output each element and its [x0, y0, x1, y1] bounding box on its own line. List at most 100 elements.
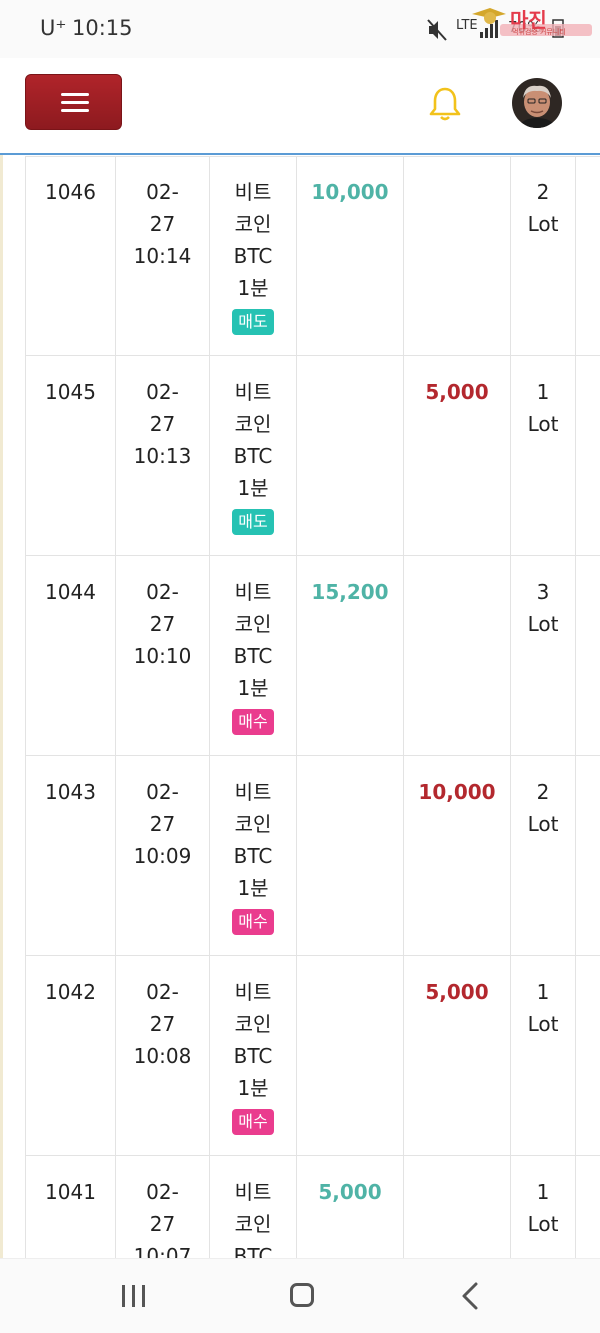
order-profit-cell: 5,000 — [296, 1155, 404, 1258]
order-loss-cell: 5,000 — [403, 355, 511, 556]
order-time: 10:08 — [133, 1044, 192, 1068]
order-loss: 10,000 — [418, 780, 496, 804]
order-date-day: 27 — [149, 412, 176, 436]
hamburger-icon — [61, 93, 89, 96]
order-loss-cell — [403, 1155, 511, 1258]
order-item-line: BTC — [233, 1244, 273, 1258]
order-lot-cell: 3 Lot — [510, 555, 576, 756]
order-id-cell: 1045 — [25, 355, 116, 556]
order-lot-qty: 2 — [536, 180, 550, 204]
order-item-line: 코인 — [234, 212, 272, 236]
order-item-line: 1분 — [237, 276, 269, 300]
sell-badge: 매도 — [232, 309, 274, 335]
order-date-month: 02- — [146, 1180, 179, 1204]
order-item-line: 코인 — [234, 1012, 272, 1036]
order-item-line: BTC — [233, 244, 273, 268]
order-lot-unit: Lot — [527, 212, 559, 236]
order-lot-cell: 2 Lot — [510, 755, 576, 956]
order-item-cell: 비트코인BTC1분 — [209, 1155, 297, 1258]
order-date-month: 02- — [146, 780, 179, 804]
order-datetime-cell: 02- 27 10:09 — [115, 755, 210, 956]
order-id: 1041 — [45, 1180, 96, 1204]
order-id: 1046 — [45, 180, 96, 204]
order-id-cell: 1043 — [25, 755, 116, 956]
user-avatar[interactable] — [512, 78, 562, 128]
order-item-line: 코인 — [234, 812, 272, 836]
order-profit-cell — [296, 355, 404, 556]
watermark-subtext: 먹튀검증 커뮤니티 — [512, 28, 566, 36]
order-date-month: 02- — [146, 580, 179, 604]
sell-badge: 매도 — [232, 509, 274, 535]
order-datetime-cell: 02- 27 10:10 — [115, 555, 210, 756]
back-icon[interactable] — [458, 1281, 482, 1311]
order-datetime-cell: 02- 27 10:08 — [115, 955, 210, 1156]
app-header — [0, 58, 600, 155]
status-bar: U⁺ 10:15 LTE 70% 마진 먹튀검증 커뮤니티 — [0, 0, 600, 58]
order-lot-cell: 1 Lot — [510, 1155, 576, 1258]
order-time: 10:07 — [133, 1244, 192, 1258]
order-loss-cell: 5,000 — [403, 955, 511, 1156]
table-row[interactable]: 1043 02- 27 10:09 비트 코인 BTC 1분 매수 10,000 2 Lot — [25, 755, 600, 956]
table-row[interactable]: 1041 02- 27 10:07 비트코인BTC1분 5,000 1Lot — [25, 1155, 600, 1258]
system-nav-bar — [0, 1258, 600, 1333]
order-profit: 15,200 — [311, 580, 389, 604]
menu-button[interactable] — [25, 74, 122, 130]
order-item-cell: 비트 코인 BTC 1분 매수 — [209, 555, 297, 756]
order-extra-cell — [575, 555, 600, 756]
hamburger-icon-line — [61, 109, 89, 112]
order-extra-cell — [575, 156, 600, 356]
order-date-day: 27 — [149, 812, 176, 836]
bell-icon[interactable] — [428, 86, 462, 122]
orders-table-body: 1046 02- 27 10:14 비트 코인 BTC 1분 매도 10,000 2 Lot 1045 0… — [25, 156, 600, 1258]
order-id-cell: 1041 — [25, 1155, 116, 1258]
order-item-line: 코인 — [234, 612, 272, 636]
order-id: 1044 — [45, 580, 96, 604]
page-edge — [0, 58, 3, 1258]
order-lot-unit: Lot — [527, 412, 559, 436]
table-row[interactable]: 1042 02- 27 10:08 비트 코인 BTC 1분 매수 5,000 1 Lot — [25, 955, 600, 1156]
order-lot-unit: Lot — [527, 1012, 559, 1036]
recents-icon[interactable] — [122, 1285, 148, 1307]
table-row[interactable]: 1045 02- 27 10:13 비트 코인 BTC 1분 매도 5,000 1 Lot — [25, 355, 600, 556]
orders-table-container[interactable]: 1046 02- 27 10:14 비트 코인 BTC 1분 매도 10,000 2 Lot 1045 0… — [25, 156, 600, 1258]
order-lot-unit: Lot — [527, 812, 559, 836]
order-item-line: 비트 — [234, 380, 272, 404]
order-item-cell: 비트 코인 BTC 1분 매도 — [209, 355, 297, 556]
order-lot-qty: 1 — [536, 1180, 550, 1204]
order-id: 1045 — [45, 380, 96, 404]
order-loss-cell — [403, 555, 511, 756]
buy-badge: 매수 — [232, 1109, 274, 1135]
order-id: 1043 — [45, 780, 96, 804]
table-row[interactable]: 1044 02- 27 10:10 비트 코인 BTC 1분 매수 15,200 3 Lot — [25, 555, 600, 756]
order-item-cell: 비트 코인 BTC 1분 매수 — [209, 755, 297, 956]
order-date-day: 27 — [149, 612, 176, 636]
order-loss: 5,000 — [425, 380, 489, 404]
order-date-month: 02- — [146, 180, 179, 204]
order-profit-cell: 15,200 — [296, 555, 404, 756]
table-row[interactable]: 1046 02- 27 10:14 비트 코인 BTC 1분 매도 10,000 2 Lot — [25, 156, 600, 356]
order-item-line: 비트 — [234, 580, 272, 604]
order-loss: 5,000 — [425, 980, 489, 1004]
order-profit-cell: 10,000 — [296, 156, 404, 356]
order-profit: 5,000 — [318, 1180, 382, 1204]
order-id-cell: 1044 — [25, 555, 116, 756]
order-lot-qty: 1 — [536, 980, 550, 1004]
order-extra-cell — [575, 755, 600, 956]
order-lot-qty: 3 — [536, 580, 550, 604]
order-item-line: BTC — [233, 444, 273, 468]
order-extra-cell — [575, 1155, 600, 1258]
carrier-label: U⁺ — [40, 16, 67, 40]
status-time: 10:15 — [72, 16, 133, 40]
order-item-line: BTC — [233, 1044, 273, 1068]
buy-badge: 매수 — [232, 909, 274, 935]
order-lot-qty: 2 — [536, 780, 550, 804]
order-date-day: 27 — [149, 1212, 176, 1236]
order-item-cell: 비트 코인 BTC 1분 매수 — [209, 955, 297, 1156]
order-lot-qty: 1 — [536, 380, 550, 404]
order-lot-cell: 2 Lot — [510, 156, 576, 356]
orders-table: 1046 02- 27 10:14 비트 코인 BTC 1분 매도 10,000 2 Lot 1045 0… — [25, 156, 600, 1258]
home-icon[interactable] — [290, 1283, 314, 1307]
order-item-line: 비트 — [234, 1180, 272, 1204]
order-profit: 10,000 — [311, 180, 389, 204]
order-extra-cell — [575, 955, 600, 1156]
